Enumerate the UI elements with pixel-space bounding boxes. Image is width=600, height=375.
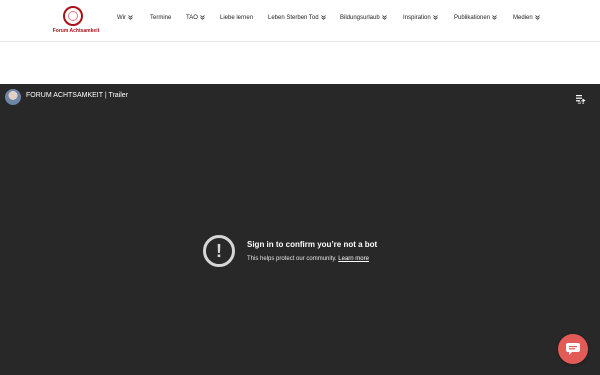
nav-item-label: Inspiration xyxy=(403,15,431,22)
error-title: Sign in to confirm you’re not a bot xyxy=(247,240,378,249)
chevron-double-down-icon xyxy=(200,15,205,20)
chat-icon xyxy=(566,343,580,355)
video-embed[interactable]: FORUM ACHTSAMKEIT | Trailer 1/1 xyxy=(0,84,600,375)
video-title[interactable]: FORUM ACHTSAMKEIT | Trailer xyxy=(26,92,128,99)
nav-item-termine[interactable]: Termine xyxy=(150,15,171,21)
chevron-double-down-icon xyxy=(320,15,326,20)
chat-button[interactable] xyxy=(558,334,588,364)
nav-item-label: Liebe lernen xyxy=(220,15,254,21)
logo-ring-icon xyxy=(63,6,83,26)
nav-item-label: Medien xyxy=(513,15,533,22)
content-spacer xyxy=(0,42,600,84)
nav-item-label: Wir xyxy=(117,15,126,22)
chevron-double-down-icon xyxy=(128,15,133,20)
playlist-icon[interactable] xyxy=(576,90,586,103)
learn-more-link[interactable]: Learn more xyxy=(338,256,369,262)
nav-item-publikationen[interactable]: Publikationen xyxy=(454,15,497,21)
chevron-double-down-icon xyxy=(432,15,438,20)
error-message: This helps protect our community. Learn … xyxy=(247,256,369,262)
nav-item-wir[interactable]: Wir xyxy=(117,15,133,21)
nav-item-liebe-lernen[interactable]: Liebe lernen xyxy=(220,15,253,21)
logo-text: Forum Achtsamkeit xyxy=(52,28,100,34)
error-text: This helps protect our community. xyxy=(247,256,337,262)
nav-item-label: Termine xyxy=(150,15,172,21)
site-header: Forum Achtsamkeit Wir Termine TAO Liebe … xyxy=(0,0,600,42)
nav-item-label: TAO xyxy=(186,15,198,22)
chevron-double-down-icon xyxy=(534,15,540,20)
nav-item-medien[interactable]: Medien xyxy=(513,15,540,21)
alert-icon: ! xyxy=(203,235,235,267)
chevron-double-down-icon xyxy=(492,15,497,20)
nav-item-label: Leben Sterben Tod xyxy=(268,15,319,22)
nav-item-inspiration[interactable]: Inspiration xyxy=(403,15,438,21)
playlist-count: 1/1 xyxy=(577,100,585,106)
chevron-double-down-icon xyxy=(381,15,387,20)
site-logo[interactable]: Forum Achtsamkeit xyxy=(51,6,101,36)
nav-item-bildungsurlaub[interactable]: Bildungsurlaub xyxy=(340,15,387,21)
nav-item-label: Publikationen xyxy=(454,15,491,22)
nav-item-leben-sterben-tod[interactable]: Leben Sterben Tod xyxy=(268,15,326,21)
nav-item-tao[interactable]: TAO xyxy=(186,15,205,21)
nav-item-label: Bildungsurlaub xyxy=(340,15,380,22)
channel-avatar[interactable] xyxy=(5,89,21,105)
